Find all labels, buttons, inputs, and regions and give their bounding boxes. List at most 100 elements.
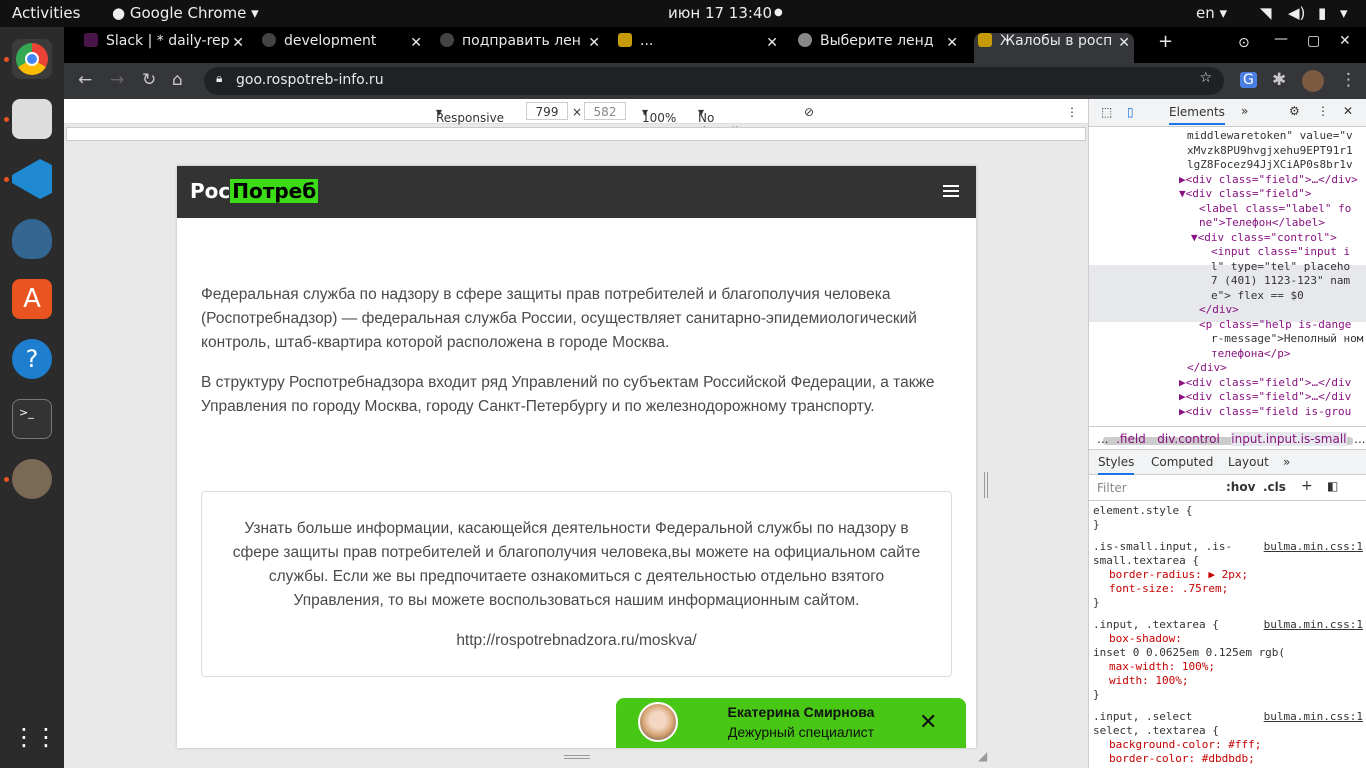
filter-input[interactable]: Filter [1097,481,1127,495]
dom-node-line[interactable]: 7 (401) 1123-123" nam [1211,274,1350,288]
width-input[interactable]: 799 [526,102,568,120]
bookmark-star-icon[interactable]: ☆ [1199,70,1212,86]
files-icon[interactable] [12,99,52,139]
vscode-icon[interactable] [12,159,52,199]
style-rule-line[interactable]: } [1093,688,1363,702]
style-rule-line[interactable]: element.style { [1093,504,1363,518]
dom-node-line[interactable]: ▶<div class="field">…</div [1179,390,1351,404]
style-rule-line[interactable]: select, .textarea { [1093,724,1363,738]
rotate-icon[interactable]: ⊘ [804,105,814,119]
crumb[interactable]: ... [1097,432,1108,446]
tab-layout[interactable]: Layout [1228,455,1269,469]
stylesheet-source-link[interactable]: bulma.min.css:1 [1264,710,1363,724]
style-rule-line[interactable]: font-size: .75rem; [1093,582,1363,596]
tab-podpravit[interactable]: подправить лен ✕ [440,33,600,63]
height-input[interactable]: 582 [584,102,626,120]
dom-node-line[interactable]: ne">Телефон</label> [1199,216,1325,230]
crumb[interactable]: .field [1116,432,1146,446]
resize-handle-bottom[interactable] [564,755,590,759]
media-query-ruler[interactable] [66,127,1086,141]
software-center-icon[interactable]: A [12,279,52,319]
device-mode-select[interactable]: Responsive ▾ [436,105,504,125]
tab-zhaloby-active[interactable]: Жалобы в росп ✕ [974,33,1134,63]
dom-node-line[interactable]: lgZ8Focez94JjXCiAP0s8br1v [1187,158,1353,172]
minimize-button[interactable]: — [1274,31,1288,61]
resize-handle-right[interactable] [984,472,988,498]
new-rule-icon[interactable]: + [1301,478,1313,494]
style-rule-line[interactable]: border-radius: ▶ 2px; [1093,568,1363,582]
reload-icon[interactable]: ↻ [142,70,156,90]
style-rule-line[interactable]: box-shadow: [1093,632,1363,646]
show-apps-icon[interactable]: ⋮⋮⋮ [12,717,80,757]
device-more-icon[interactable]: ⋮ [1066,105,1078,119]
style-rule-line[interactable]: width: 100%; [1093,674,1363,688]
terminal-icon[interactable]: >_ [12,399,52,439]
chat-widget[interactable]: Екатерина Смирнова Дежурный специалист ✕ [616,698,966,748]
dom-node-line[interactable]: <input class="input i [1211,245,1350,259]
forward-icon[interactable]: → [110,70,124,90]
info-box-link[interactable]: http://rospotrebnadzora.ru/moskva/ [222,629,931,653]
chat-close-icon[interactable]: ✕ [919,710,937,735]
dom-node-line[interactable]: e"> flex == $0 [1211,289,1304,303]
devtools-menu-icon[interactable]: ⋮ [1317,104,1329,118]
close-window-button[interactable]: ✕ [1339,33,1351,63]
tab-elements[interactable]: Elements [1169,105,1225,125]
dom-node-line[interactable]: ▶<div class="field">…</div [1179,376,1351,390]
close-icon[interactable]: ✕ [766,35,778,51]
home-icon[interactable]: ⌂ [172,70,183,90]
inspect-icon[interactable]: ⬚ [1101,105,1112,119]
app-menu[interactable]: ● Google Chrome ▾ [112,4,259,22]
style-rule-line[interactable]: border-color: #dbdbdb; [1093,752,1363,766]
more-tabs-icon[interactable]: » [1241,104,1248,118]
gimp-icon[interactable] [12,459,52,499]
close-icon[interactable]: ✕ [946,35,958,51]
tab-vyberite[interactable]: Выберите ленд ✕ [798,33,958,63]
style-rule-line[interactable]: inset 0 0.0625em 0.125em rgb( [1093,646,1363,660]
style-rule-line[interactable]: } [1093,596,1363,610]
stylesheet-source-link[interactable]: bulma.min.css:1 [1264,618,1363,632]
tab-computed[interactable]: Computed [1151,455,1213,469]
dom-node-line[interactable]: </div> [1187,361,1227,375]
dom-node-line[interactable]: ▼<div class="control"> [1191,231,1337,245]
dom-node-line[interactable]: middlewaretoken" value="v [1187,129,1353,143]
style-rule-line[interactable]: max-width: 100%; [1093,660,1363,674]
address-bar[interactable]: 🔒︎ goo.rospotreb-info.ru ☆ [204,67,1224,95]
dom-node-line[interactable]: r-message">Неполный ном [1211,332,1363,346]
stylesheet-source-link[interactable]: bulma.min.css:1 [1264,540,1363,554]
hov-toggle[interactable]: :hov [1226,480,1255,494]
crumb[interactable]: div.control [1157,432,1220,446]
dom-node-line[interactable]: xMvzk8PU9hvgjxehu9EPT91r1 [1187,144,1353,158]
help-icon[interactable]: ? [12,339,52,379]
dom-node-line[interactable]: телефона</p> [1211,347,1290,361]
new-tab-button[interactable]: + [1158,31,1173,61]
style-rule-line[interactable]: } [1093,518,1363,532]
cls-toggle[interactable]: .cls [1263,480,1286,494]
wifi-icon[interactable]: ◥ [1260,4,1272,22]
tab-scales[interactable]: ... ✕ [618,33,778,63]
volume-icon[interactable]: ◀) [1288,4,1305,22]
zoom-select[interactable]: 100% ▾ [642,105,676,125]
chrome-icon[interactable] [12,39,52,79]
crumb[interactable]: input.input.is-small [1231,432,1347,446]
system-menu-icon[interactable]: ▾ [1340,4,1348,22]
style-rule-line[interactable]: .input, .select bulma.min.css:1 [1093,710,1363,724]
sidebar-toggle-icon[interactable]: ◧ [1327,479,1338,493]
dom-node-line[interactable]: ▼<div class="field"> [1179,187,1311,201]
device-toggle-icon[interactable]: ▯ [1127,105,1134,119]
resize-corner-icon[interactable]: ◢ [978,749,987,763]
dom-node-line[interactable]: l" type="tel" placeho [1211,260,1350,274]
dom-node-line[interactable]: </div> [1199,303,1239,317]
dom-node-line[interactable]: ▶<div class="field is-grou [1179,405,1351,419]
back-icon[interactable]: ← [78,70,92,90]
hamburger-menu-icon[interactable] [943,185,959,197]
tab-styles[interactable]: Styles [1098,455,1135,475]
dom-node-line[interactable]: <p class="help is-dange [1199,318,1351,332]
clock[interactable]: июн 17 13:40 [668,4,772,22]
style-rule-line[interactable]: background-color: #fff; [1093,738,1363,752]
throttle-select[interactable]: No throttling ▾ [698,105,754,139]
activities-button[interactable]: Activities [12,4,80,22]
battery-icon[interactable]: ▮ [1318,4,1326,22]
tab-slack[interactable]: Slack | * daily-rep ✕ [84,33,244,63]
site-logo[interactable]: Рос Потреб [190,179,319,203]
style-rule-line[interactable]: .is-small.input, .is-bulma.min.css:1 [1093,540,1363,554]
